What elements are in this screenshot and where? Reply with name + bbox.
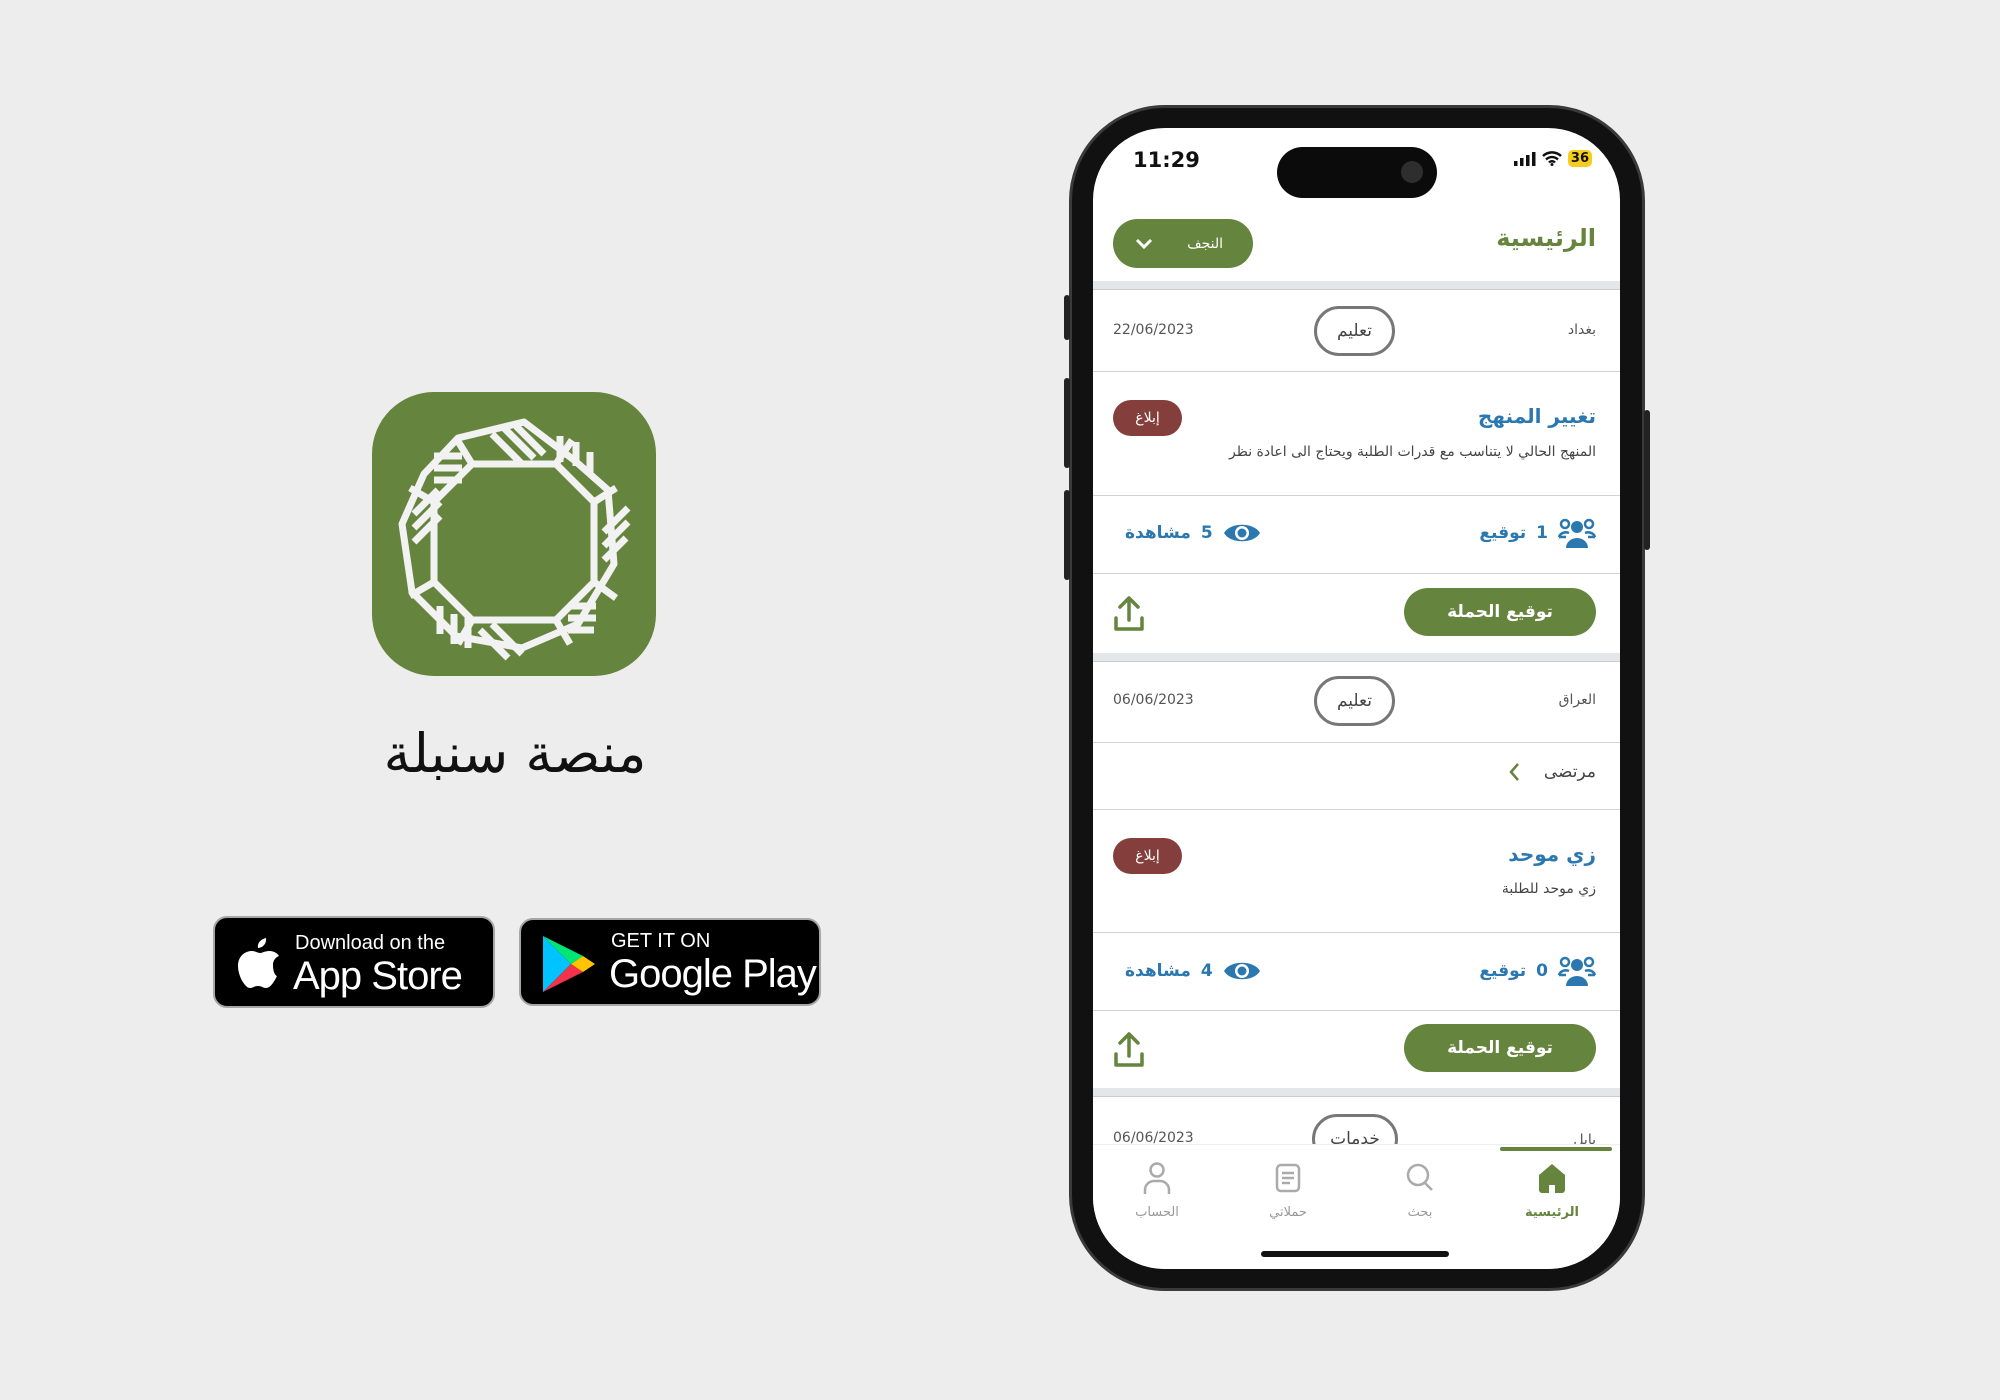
app-store-small-text: Download on the [295, 932, 446, 954]
campaign-location: العراق [1558, 692, 1596, 708]
campaign-description: زي موحد للطلبة [1501, 881, 1596, 897]
divider [1093, 742, 1620, 743]
active-tab-indicator [1500, 1147, 1612, 1151]
campaign-location: بغداد [1567, 322, 1596, 338]
views-label: مشاهدة [1125, 961, 1191, 981]
phone-mute-button [1064, 295, 1070, 340]
divider [1093, 281, 1620, 290]
tab-label: حملاتي [1269, 1205, 1307, 1220]
author-name: مرتضى [1543, 762, 1596, 782]
home-indicator [1261, 1251, 1449, 1257]
phone-volume-up [1064, 378, 1070, 468]
sign-campaign-button[interactable]: توقيع الحملة [1404, 1024, 1596, 1072]
views-label: مشاهدة [1125, 523, 1191, 543]
tab-home[interactable]: الرئيسية [1497, 1161, 1607, 1220]
campaign-title[interactable]: زي موحد [1508, 842, 1596, 866]
campaign-category-tag[interactable]: تعليم [1314, 306, 1395, 356]
page-title: الرئيسية [1496, 224, 1596, 252]
signal-icon [1513, 151, 1536, 166]
signatures-label: توقيع [1479, 961, 1527, 981]
app-store-badge[interactable]: Download on the App Store [213, 916, 495, 1008]
campaign-category-tag[interactable]: تعليم [1314, 676, 1395, 726]
battery-indicator: 36 [1567, 150, 1592, 167]
chevron-left-icon [1509, 763, 1519, 781]
views-count: مشاهدة 5 [1125, 518, 1261, 548]
campaign-date: 22/06/2023 [1113, 322, 1194, 338]
sign-campaign-button[interactable]: توقيع الحملة [1404, 588, 1596, 636]
divider [1093, 1010, 1620, 1011]
phone-power-button [1644, 410, 1650, 550]
city-dropdown-value: النجف [1187, 235, 1223, 252]
tab-account[interactable]: الحساب [1102, 1161, 1212, 1220]
report-button[interactable]: إبلاغ [1113, 838, 1182, 874]
divider [1093, 1088, 1620, 1097]
divider [1093, 371, 1620, 372]
signatures-count: 1 توقيع [1479, 518, 1596, 548]
users-group-icon [1558, 518, 1596, 548]
signatures-number: 0 [1536, 961, 1548, 981]
app-store-big-text: App Store [293, 954, 463, 998]
document-icon [1275, 1163, 1301, 1193]
wifi-icon [1542, 151, 1562, 166]
chevron-down-icon [1135, 238, 1153, 249]
eye-icon [1223, 524, 1260, 542]
tab-label: بحث [1407, 1205, 1433, 1220]
divider [1093, 495, 1620, 496]
bottom-tab-bar: الحساب حملاتي بحث الرئيسية [1093, 1144, 1620, 1269]
share-icon[interactable] [1113, 596, 1145, 632]
status-time: 11:29 [1133, 148, 1200, 172]
campaign-author[interactable]: مرتضى [1508, 762, 1596, 782]
tab-label: الحساب [1135, 1205, 1179, 1220]
app-name: منصة سنبلة [383, 722, 647, 785]
tab-label: الرئيسية [1524, 1205, 1580, 1220]
search-icon [1406, 1163, 1433, 1191]
app-icon-logo [372, 392, 656, 676]
divider [1093, 809, 1620, 810]
signatures-count: 0 توقيع [1479, 956, 1596, 986]
google-play-small-text: GET IT ON [611, 930, 711, 952]
campaign-title[interactable]: تغيير المنهج [1478, 404, 1596, 428]
campaign-description: المنهج الحالي لا يتناسب مع قدرات الطلبة … [1229, 444, 1596, 460]
report-button[interactable]: إبلاغ [1113, 400, 1182, 436]
users-group-icon [1558, 956, 1596, 986]
hands-circle-icon [398, 418, 631, 661]
google-play-badge[interactable]: GET IT ON Google Play [519, 918, 821, 1006]
views-number: 5 [1200, 523, 1213, 543]
user-icon [1143, 1162, 1171, 1194]
signatures-label: توقيع [1479, 523, 1527, 543]
eye-icon [1223, 962, 1260, 980]
dynamic-island [1277, 147, 1437, 198]
tab-my-campaigns[interactable]: حملاتي [1233, 1161, 1343, 1220]
divider [1093, 653, 1620, 662]
status-icons: 36 [1513, 150, 1592, 167]
google-play-big-text: Google Play [609, 952, 817, 996]
campaign-date: 06/06/2023 [1113, 692, 1194, 708]
views-count: مشاهدة 4 [1125, 956, 1261, 986]
divider [1093, 932, 1620, 933]
phone-volume-down [1064, 490, 1070, 580]
apple-icon [238, 938, 279, 988]
signatures-number: 1 [1536, 523, 1548, 543]
city-dropdown[interactable]: النجف [1113, 219, 1253, 268]
home-icon [1539, 1164, 1565, 1193]
views-number: 4 [1200, 961, 1213, 981]
divider [1093, 573, 1620, 574]
tab-search[interactable]: بحث [1365, 1161, 1475, 1220]
share-icon[interactable] [1113, 1032, 1145, 1068]
google-play-icon [543, 936, 595, 992]
phone-screen: 11:29 36 النجف الرئيسية 22/06/2023 تعليم… [1093, 128, 1620, 1269]
